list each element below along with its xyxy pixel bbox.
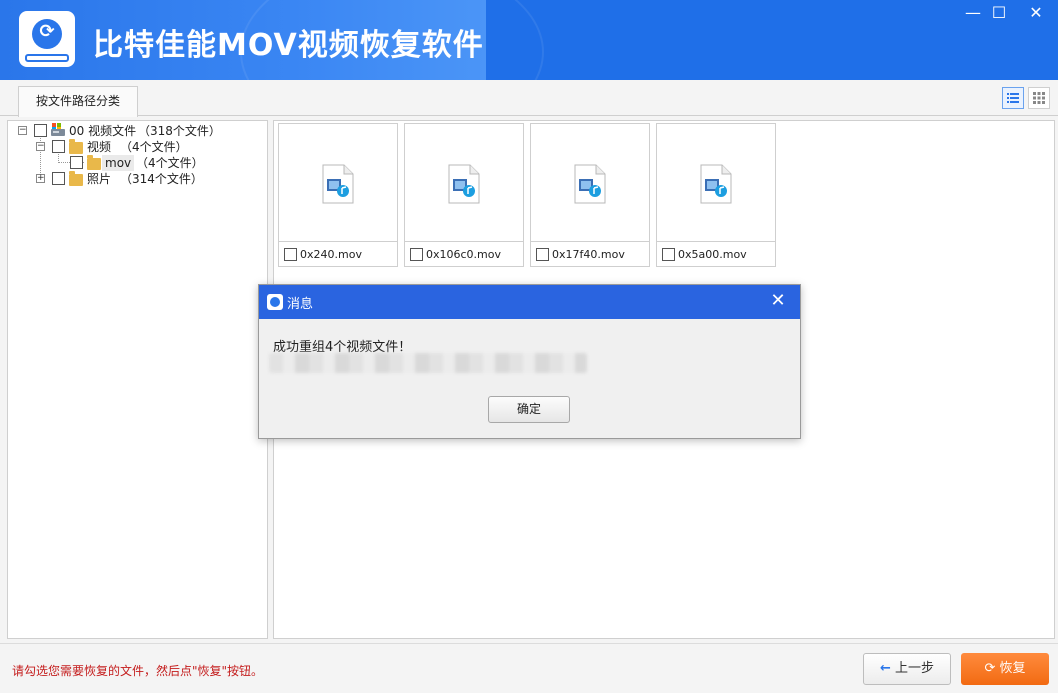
file-checkbox[interactable] [410, 248, 423, 261]
tree-node-root[interactable]: − 00 视频文件 （318个文件） [16, 123, 266, 139]
file-name: 0x17f40.mov [552, 248, 625, 261]
tree-checkbox-root[interactable] [34, 124, 47, 137]
message-dialog: 消息 ✕ 成功重组4个视频文件！ 确定 [258, 284, 801, 439]
video-file-icon [448, 164, 480, 204]
video-file-icon [574, 164, 606, 204]
tab-by-path[interactable]: 按文件路径分类 [18, 86, 138, 117]
tree-node-photos[interactable]: + 照片 （314个文件） [34, 171, 264, 187]
close-window-button[interactable]: ✕ [1021, 2, 1051, 24]
refresh-icon: ⟳ [984, 661, 1000, 676]
maximize-button[interactable]: ☐ [984, 2, 1014, 24]
instruction-hint: 请勾选您需要恢复的文件，然后点"恢复"按钮。 [12, 664, 264, 678]
file-tile[interactable]: 0x17f40.mov [530, 123, 650, 267]
previous-step-label: 上一步 [894, 661, 934, 676]
folder-tree-panel[interactable]: − 00 视频文件 （318个文件） − 视频 （4个文件） mov （4个文件… [7, 120, 268, 639]
thumbnail-view-button[interactable] [1028, 87, 1050, 109]
tree-count-root: （318个文件） [138, 124, 221, 138]
file-thumbnail[interactable] [657, 124, 775, 242]
blurred-text [269, 353, 587, 373]
tree-count-photos: （314个文件） [120, 172, 203, 186]
file-thumbnail[interactable] [279, 124, 397, 242]
status-bar: 请勾选您需要恢复的文件，然后点"恢复"按钮。 ← 上一步 ⟳ 恢复 [0, 643, 1058, 693]
folder-icon [69, 139, 83, 154]
tree-count-mov: （4个文件） [136, 156, 204, 170]
recover-button[interactable]: ⟳ 恢复 [961, 653, 1049, 685]
file-tile[interactable]: 0x240.mov [278, 123, 398, 267]
app-logo-icon [267, 294, 283, 310]
video-file-icon [322, 164, 354, 204]
video-file-icon [700, 164, 732, 204]
file-tile[interactable]: 0x5a00.mov [656, 123, 776, 267]
tree-label-mov: mov [102, 155, 135, 171]
list-view-icon [1007, 93, 1019, 103]
tab-strip: 按文件路径分类 [0, 80, 1058, 117]
tree-label-root: 00 视频文件 [69, 124, 137, 138]
collapse-toggle[interactable]: − [18, 126, 27, 135]
tree-count-video: （4个文件） [120, 140, 188, 154]
file-thumbnail[interactable] [531, 124, 649, 242]
ok-button[interactable]: 确定 [488, 396, 570, 423]
file-checkbox[interactable] [662, 248, 675, 261]
dialog-header: 消息 ✕ [259, 285, 800, 319]
file-name: 0x106c0.mov [426, 248, 502, 261]
tree-node-video[interactable]: − 视频 （4个文件） [34, 139, 264, 155]
file-checkbox[interactable] [284, 248, 297, 261]
list-view-button[interactable] [1002, 87, 1024, 109]
file-thumbnail[interactable] [405, 124, 523, 242]
file-checkbox[interactable] [536, 248, 549, 261]
folder-icon [87, 155, 101, 170]
tree-checkbox-mov[interactable] [70, 156, 83, 169]
file-name: 0x5a00.mov [678, 248, 747, 261]
grid-view-icon [1033, 92, 1045, 104]
arrow-left-icon: ← [880, 661, 891, 676]
app-title: 比特佳能MOV视频恢复软件 [93, 28, 484, 63]
file-name: 0x240.mov [300, 248, 362, 261]
dialog-title: 消息 [287, 297, 314, 312]
tree-node-mov[interactable]: mov （4个文件） [70, 155, 270, 171]
app-logo-icon [19, 11, 75, 67]
close-icon[interactable]: ✕ [767, 289, 789, 313]
expand-toggle[interactable]: + [36, 174, 45, 183]
tree-label-video: 视频 [87, 140, 112, 154]
recover-label: 恢复 [999, 661, 1026, 676]
title-bar: 比特佳能MOV视频恢复软件 — ☐ ✕ [0, 0, 1058, 80]
drive-icon [51, 123, 65, 136]
tree-label-photos: 照片 [87, 172, 112, 186]
previous-step-button[interactable]: ← 上一步 [863, 653, 951, 685]
collapse-toggle[interactable]: − [36, 142, 45, 151]
folder-icon [69, 171, 83, 186]
file-tile[interactable]: 0x106c0.mov [404, 123, 524, 267]
tree-checkbox-photos[interactable] [52, 172, 65, 185]
tree-checkbox-video[interactable] [52, 140, 65, 153]
